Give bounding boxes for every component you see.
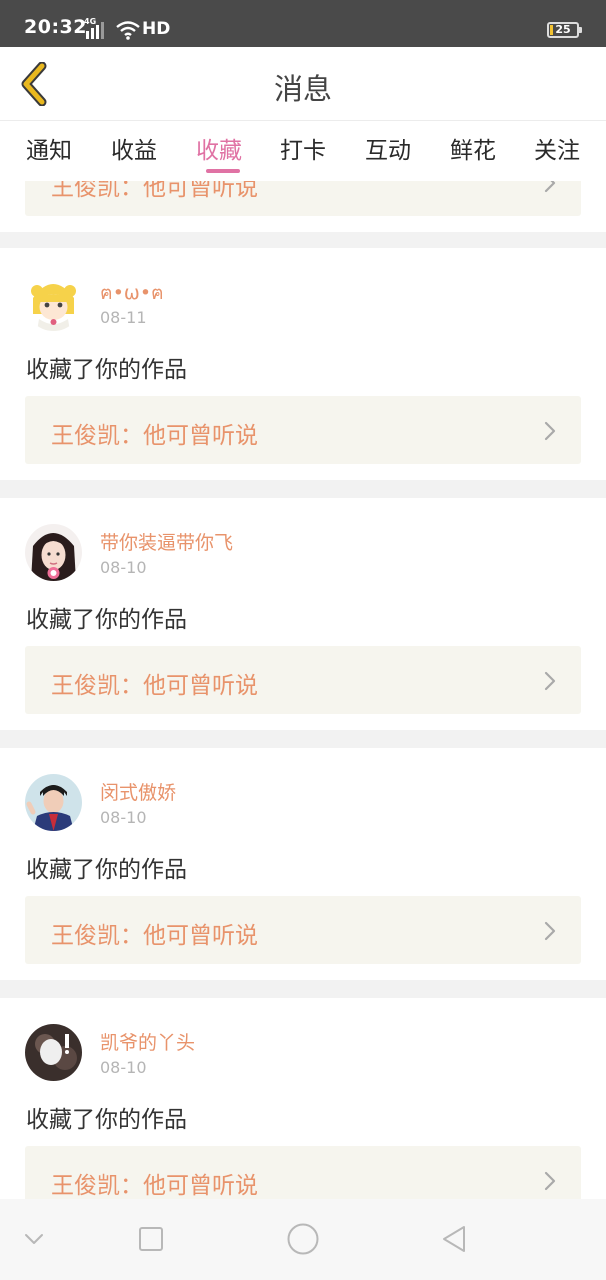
square-icon <box>139 1227 163 1251</box>
chevron-right-icon <box>544 421 556 441</box>
tab-flowers[interactable]: 鲜花 <box>443 131 503 177</box>
work-title: 王俊凯：他可曾听说 <box>51 423 258 449</box>
work-card[interactable]: 王俊凯：他可曾听说 <box>25 646 581 714</box>
system-nav-bar <box>0 1199 606 1280</box>
battery-text: 25 <box>555 23 571 36</box>
avatar[interactable] <box>25 1024 82 1081</box>
user-name[interactable]: 带你装逼带你飞 <box>100 528 233 555</box>
tab-bar: 通知 收益 收藏 打卡 互动 鲜花 关注 <box>0 121 606 181</box>
triangle-back-icon <box>443 1226 465 1252</box>
avatar[interactable] <box>25 524 82 581</box>
list-item: 带你装逼带你飞 08-10 收藏了你的作品 王俊凯：他可曾听说 <box>0 498 606 730</box>
chevron-left-icon <box>21 62 47 106</box>
chevron-right-icon <box>544 181 556 193</box>
user-name[interactable]: 凯爷的丫头 <box>100 1028 195 1055</box>
circle-icon <box>287 1223 319 1255</box>
hd-label: HD <box>142 19 171 39</box>
action-text: 收藏了你的作品 <box>26 857 187 883</box>
hide-nav-button[interactable] <box>12 1217 56 1261</box>
work-card[interactable]: 王俊凯：他可曾听说 <box>25 396 581 464</box>
tab-earnings[interactable]: 收益 <box>104 131 164 177</box>
tab-favorites-label: 收藏 <box>196 138 242 164</box>
list-item: 王俊凯：他可曾听说 <box>0 181 606 232</box>
action-text: 收藏了你的作品 <box>26 357 187 383</box>
header-bar: 消息 <box>0 47 606 121</box>
message-list[interactable]: 王俊凯：他可曾听说 ฅ•ω•ฅ 08-11 收藏了你的作品 王俊凯：他可曾听说 … <box>0 181 606 1199</box>
action-text: 收藏了你的作品 <box>26 1107 187 1133</box>
back-button[interactable] <box>10 59 56 109</box>
tab-notifications[interactable]: 通知 <box>19 131 79 177</box>
list-item: ฅ•ω•ฅ 08-11 收藏了你的作品 王俊凯：他可曾听说 <box>0 248 606 480</box>
home-button[interactable] <box>281 1217 325 1261</box>
message-date: 08-10 <box>100 808 147 827</box>
active-tab-indicator <box>206 169 240 173</box>
work-title: 王俊凯：他可曾听说 <box>51 181 258 201</box>
page-title: 消息 <box>273 72 332 106</box>
status-bar: 20:32 4G HD 25 <box>0 0 606 47</box>
message-date: 08-11 <box>100 308 147 327</box>
chevron-right-icon <box>544 921 556 941</box>
user-name[interactable]: ฅ•ω•ฅ <box>100 278 164 308</box>
chevron-right-icon <box>544 1171 556 1191</box>
battery-icon: 25 <box>547 22 582 38</box>
signal-bars-icon <box>86 22 104 39</box>
status-time: 20:32 <box>24 16 87 38</box>
avatar[interactable] <box>25 274 82 331</box>
work-title: 王俊凯：他可曾听说 <box>51 1173 258 1199</box>
app-screen: 20:32 4G HD 25 消息 通知 收益 收藏 打卡 互动 鲜花 关注 王… <box>0 0 606 1280</box>
work-card[interactable]: 王俊凯：他可曾听说 <box>25 1146 581 1199</box>
recents-button[interactable] <box>129 1217 173 1261</box>
user-name[interactable]: 闵式傲娇 <box>100 778 176 805</box>
wifi-icon <box>116 21 140 40</box>
tab-interaction[interactable]: 互动 <box>358 131 418 177</box>
back-nav-button[interactable] <box>432 1217 476 1261</box>
message-date: 08-10 <box>100 558 147 577</box>
avatar[interactable] <box>25 774 82 831</box>
list-item: 闵式傲娇 08-10 收藏了你的作品 王俊凯：他可曾听说 <box>0 748 606 980</box>
work-title: 王俊凯：他可曾听说 <box>51 673 258 699</box>
work-title: 王俊凯：他可曾听说 <box>51 923 258 949</box>
tab-follow[interactable]: 关注 <box>527 131 587 177</box>
work-card[interactable]: 王俊凯：他可曾听说 <box>25 896 581 964</box>
chevron-down-icon <box>25 1234 43 1244</box>
message-date: 08-10 <box>100 1058 147 1077</box>
tab-favorites[interactable]: 收藏 <box>189 131 249 177</box>
tab-checkin[interactable]: 打卡 <box>273 131 333 177</box>
list-item: 凯爷的丫头 08-10 收藏了你的作品 王俊凯：他可曾听说 <box>0 998 606 1199</box>
work-card[interactable]: 王俊凯：他可曾听说 <box>25 181 581 216</box>
action-text: 收藏了你的作品 <box>26 607 187 633</box>
chevron-right-icon <box>544 671 556 691</box>
